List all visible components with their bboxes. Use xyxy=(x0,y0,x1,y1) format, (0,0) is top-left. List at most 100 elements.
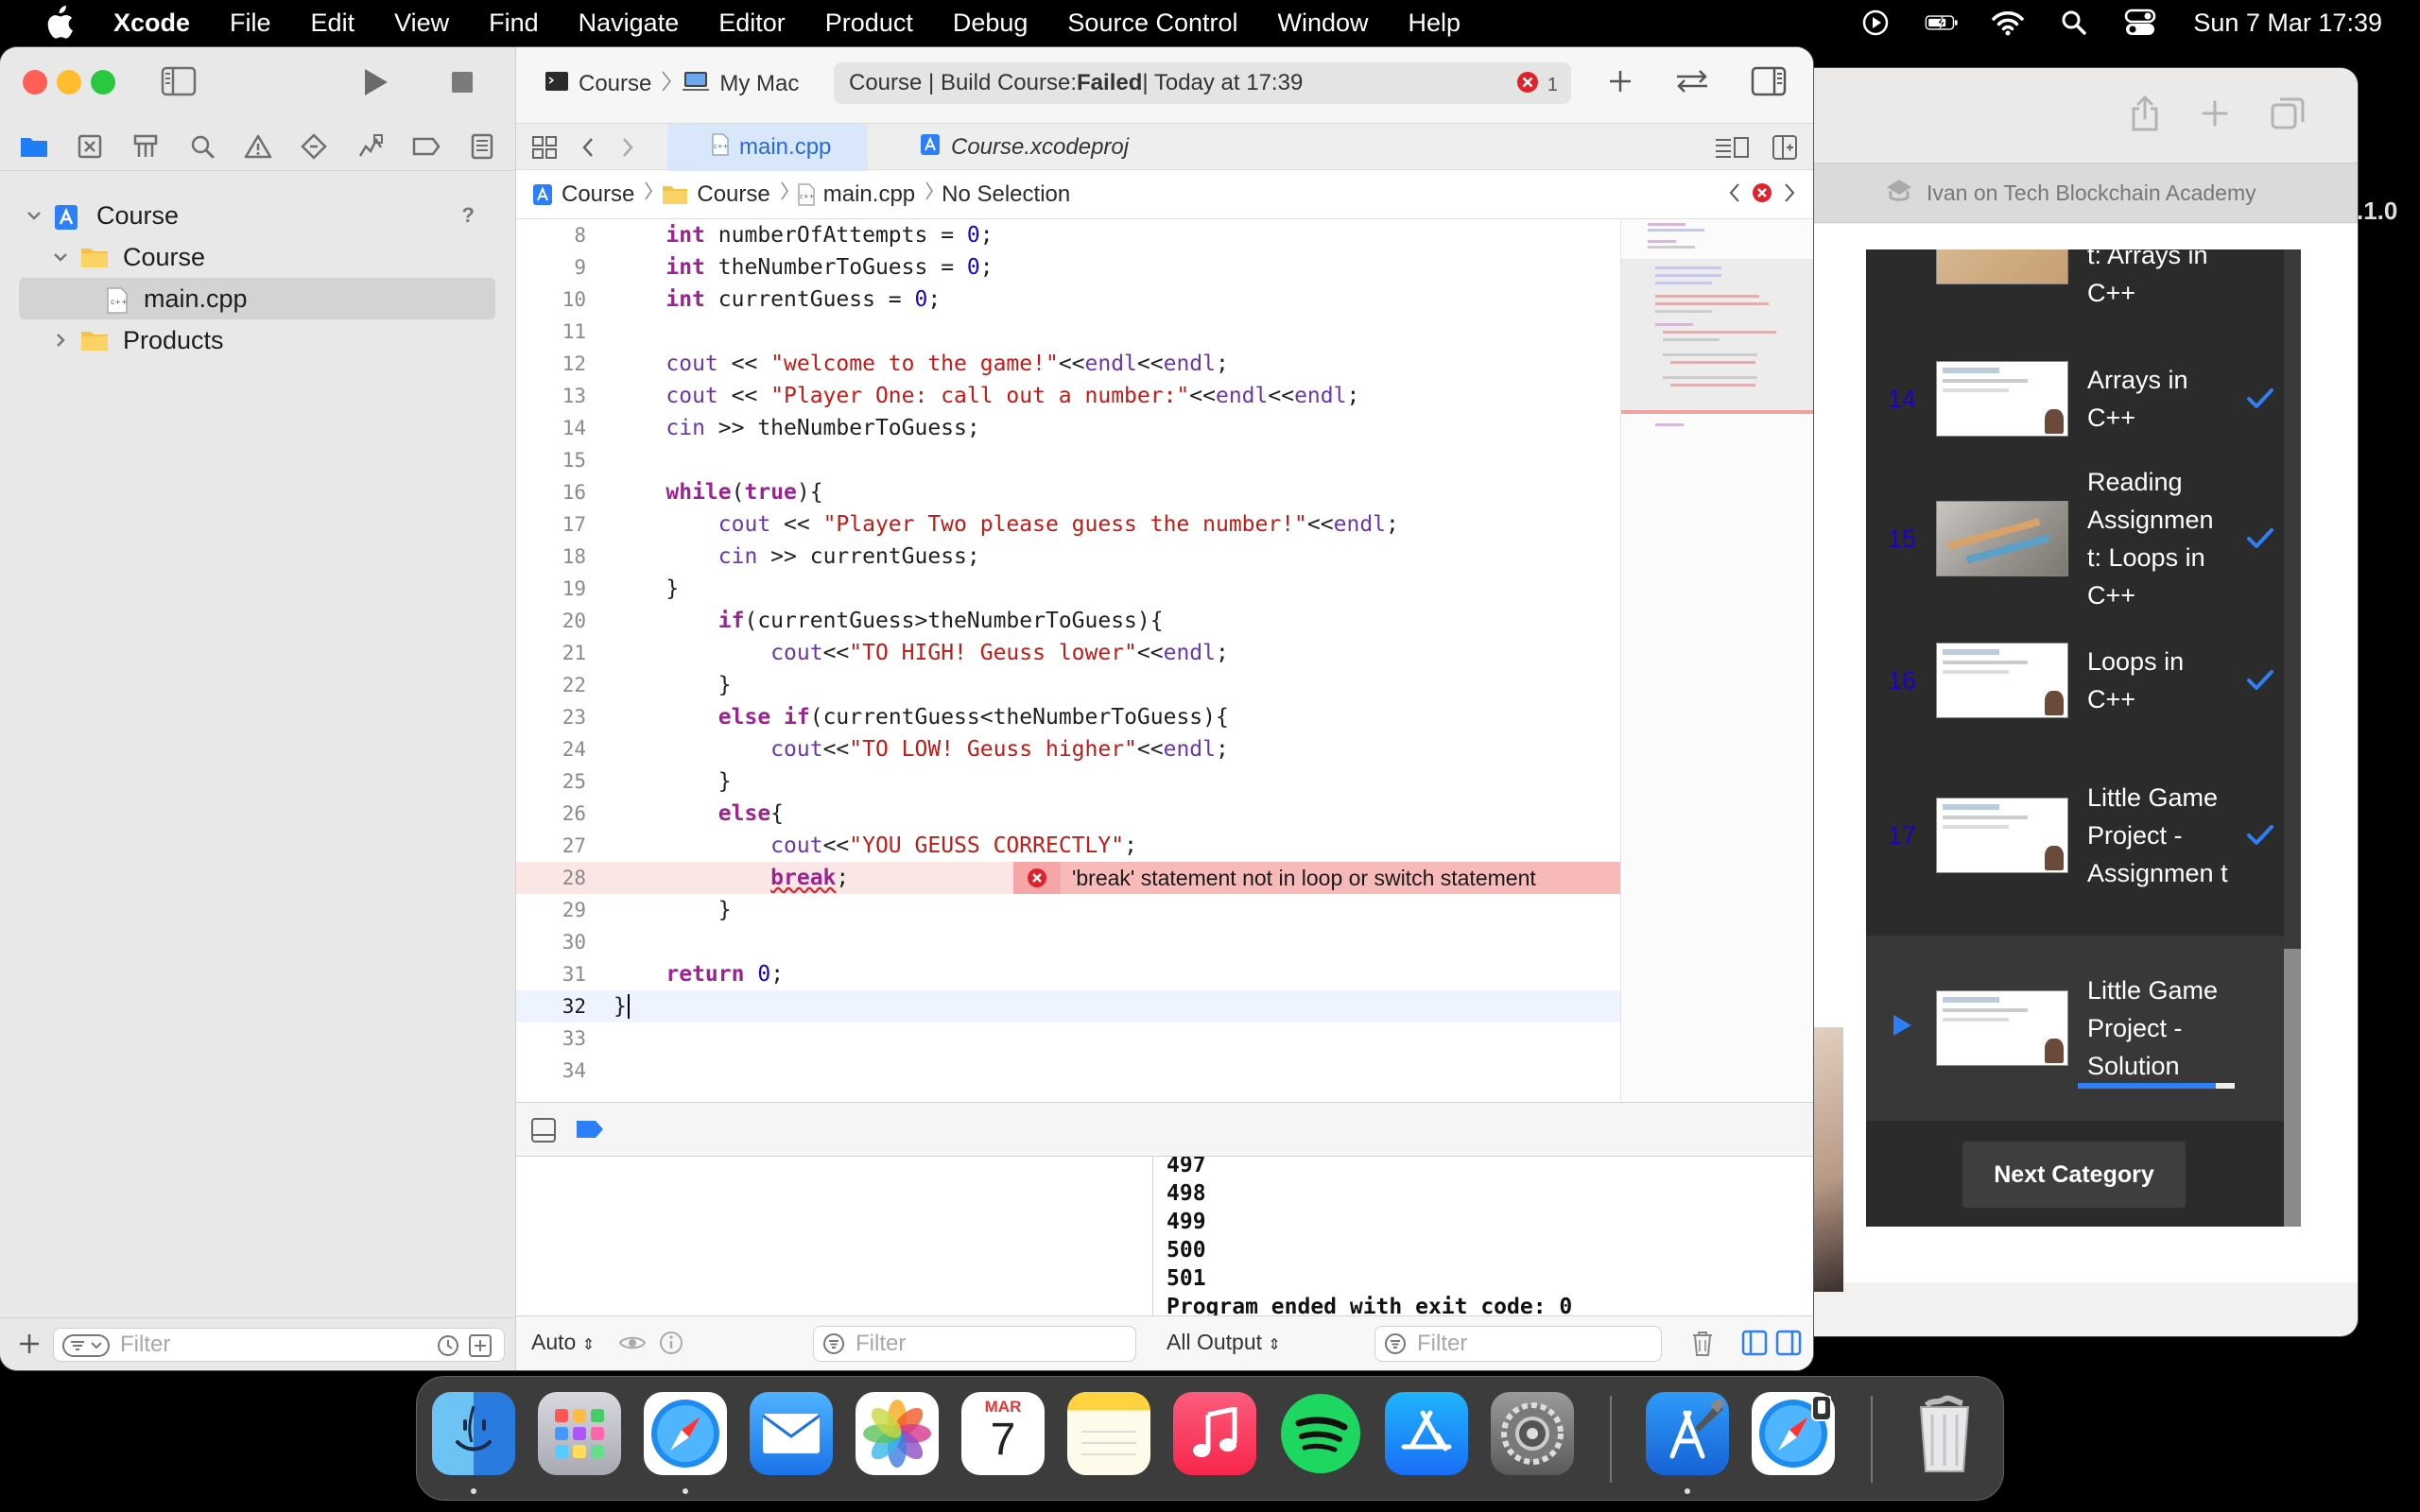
code-line[interactable]: 11 xyxy=(516,316,1620,348)
tab-overview-icon[interactable] xyxy=(2271,97,2305,134)
tree-project-course[interactable]: Course ? xyxy=(0,195,516,236)
control-center-icon[interactable] xyxy=(2123,6,2157,40)
add-icon[interactable] xyxy=(17,1332,42,1361)
lessons-scroll-thumb[interactable] xyxy=(2284,949,2301,1227)
menu-find[interactable]: Find xyxy=(489,9,539,38)
tab-course-xcodeproj[interactable]: Course.xcodeproj xyxy=(875,124,1129,171)
quick-look-eye-icon[interactable] xyxy=(618,1332,647,1359)
safari-2-icon[interactable] xyxy=(1752,1392,1835,1475)
code-line[interactable]: 12 cout << "welcome to the game!"<<endl<… xyxy=(516,348,1620,380)
editor-options-icon[interactable] xyxy=(1713,133,1751,162)
error-count-badge[interactable]: 1 xyxy=(1515,70,1558,100)
minimize-window-button[interactable] xyxy=(57,70,81,94)
scm-filter-icon[interactable] xyxy=(468,1333,493,1365)
code-line[interactable]: 22 } xyxy=(516,669,1620,701)
code-line-current[interactable]: 32} xyxy=(516,990,1620,1022)
recent-files-clock-icon[interactable] xyxy=(436,1333,460,1365)
add-editor-split-icon[interactable] xyxy=(1770,133,1800,162)
code-line[interactable]: 19 } xyxy=(516,573,1620,605)
show-console-view-icon[interactable] xyxy=(1775,1330,1802,1361)
trash-icon[interactable] xyxy=(1690,1330,1715,1363)
menu-help[interactable]: Help xyxy=(1409,9,1461,38)
code-line[interactable]: 25 } xyxy=(516,765,1620,798)
trash-full-icon[interactable] xyxy=(1903,1392,1986,1475)
chevron-down-icon[interactable] xyxy=(25,210,43,221)
menu-window[interactable]: Window xyxy=(1278,9,1369,38)
previous-issue-icon[interactable] xyxy=(1728,181,1741,211)
chevron-right-icon[interactable] xyxy=(51,333,70,348)
mail-icon[interactable] xyxy=(750,1392,833,1475)
next-issue-icon[interactable] xyxy=(1783,181,1796,211)
zoom-window-button[interactable] xyxy=(91,70,115,94)
stop-button[interactable] xyxy=(452,72,473,93)
menu-debug[interactable]: Debug xyxy=(953,9,1028,38)
menu-view[interactable]: View xyxy=(394,9,449,38)
code-line[interactable]: 13 cout << "Player One: call out a numbe… xyxy=(516,380,1620,412)
safari-icon[interactable] xyxy=(644,1392,727,1475)
notes-icon[interactable] xyxy=(1067,1392,1150,1475)
menubar-clock[interactable]: Sun 7 Mar 17:39 xyxy=(2193,9,2382,38)
variables-view[interactable] xyxy=(516,1157,1153,1315)
back-chevron-icon[interactable] xyxy=(573,133,603,162)
hide-debug-area-icon[interactable] xyxy=(529,1116,558,1149)
code-line[interactable]: 16 while(true){ xyxy=(516,476,1620,508)
console-output[interactable]: 497 498 499 500 501 Program ended with e… xyxy=(1153,1157,1813,1315)
menu-edit[interactable]: Edit xyxy=(311,9,355,38)
lesson-item[interactable]: t: Arrays in C++ xyxy=(1866,249,2284,319)
test-navigator-diamond-icon[interactable] xyxy=(298,130,330,163)
related-items-grid-icon[interactable] xyxy=(529,133,560,162)
chevron-down-icon[interactable] xyxy=(51,251,70,263)
menu-file[interactable]: File xyxy=(230,9,271,38)
source-control-navigator-icon[interactable] xyxy=(74,130,106,163)
menu-source-control[interactable]: Source Control xyxy=(1067,9,1237,38)
photos-icon[interactable] xyxy=(856,1392,939,1475)
breakpoint-navigator-icon[interactable] xyxy=(410,130,442,163)
lesson-item[interactable]: 15 Reading Assignmen t: Loops in C++ xyxy=(1866,459,2284,618)
show-variables-view-icon[interactable] xyxy=(1741,1330,1768,1361)
code-line[interactable]: 30 xyxy=(516,926,1620,958)
jumpbar-file[interactable]: c++ main.cpp xyxy=(797,181,915,208)
code-line[interactable]: 20 if(currentGuess>theNumberToGuess){ xyxy=(516,605,1620,637)
wifi-icon[interactable] xyxy=(1991,6,2025,40)
tree-file-main-cpp[interactable]: c++ main.cpp xyxy=(19,278,495,319)
variables-scope-selector[interactable]: Auto ⇕ xyxy=(531,1330,595,1355)
code-line[interactable]: 24 cout<<"TO LOW! Geuss higher"<<endl; xyxy=(516,733,1620,765)
code-line[interactable]: 10 int currentGuess = 0; xyxy=(516,284,1620,316)
variables-filter-field[interactable]: Filter xyxy=(813,1326,1136,1362)
breakpoints-toggle-icon[interactable] xyxy=(575,1118,605,1145)
forward-chevron-icon[interactable] xyxy=(613,133,643,162)
code-review-swap-icon[interactable] xyxy=(1673,67,1711,100)
inline-error-banner[interactable]: 'break' statement not in loop or switch … xyxy=(1013,862,1620,894)
minimap-viewport[interactable] xyxy=(1621,259,1813,410)
menu-editor[interactable]: Editor xyxy=(718,9,786,38)
lesson-item[interactable]: 14 Arrays in C++ xyxy=(1866,342,2284,455)
code-line[interactable]: 29 } xyxy=(516,894,1620,926)
launchpad-icon[interactable] xyxy=(538,1392,621,1475)
navigator-filter-field[interactable]: Filter xyxy=(53,1328,505,1362)
code-line[interactable]: 9 int theNumberToGuess = 0; xyxy=(516,251,1620,284)
filter-options-icon[interactable] xyxy=(61,1332,111,1366)
lesson-item-current[interactable]: Little Game Project - Solution xyxy=(1866,936,2284,1121)
calendar-icon[interactable]: MAR 7 xyxy=(961,1392,1045,1475)
new-tab-icon[interactable] xyxy=(2201,99,2229,132)
code-line[interactable]: 31 return 0; xyxy=(516,958,1620,990)
lesson-item[interactable]: 17 Little Game Project - Assignmen t xyxy=(1866,741,2284,930)
code-line[interactable]: 18 cin >> currentGuess; xyxy=(516,541,1620,573)
tree-group-course[interactable]: Course xyxy=(0,236,516,278)
code-line[interactable]: 34 xyxy=(516,1055,1620,1087)
code-line[interactable]: 14 cin >> theNumberToGuess; xyxy=(516,412,1620,444)
console-output-selector[interactable]: All Output ⇕ xyxy=(1167,1330,1281,1355)
library-add-icon[interactable] xyxy=(1607,68,1634,99)
jumpbar-selection[interactable]: No Selection xyxy=(942,181,1070,208)
code-line[interactable]: 27 cout<<"YOU GEUSS CORRECTLY"; xyxy=(516,830,1620,862)
code-line[interactable]: 15 xyxy=(516,444,1620,476)
menu-navigate[interactable]: Navigate xyxy=(579,9,680,38)
minimap[interactable] xyxy=(1620,219,1813,1102)
music-icon[interactable] xyxy=(1173,1392,1256,1475)
xcode-icon[interactable] xyxy=(1646,1392,1729,1475)
menu-product[interactable]: Product xyxy=(825,9,913,38)
battery-icon[interactable] xyxy=(1925,6,1959,40)
tab-main-cpp[interactable]: c++ main.cpp xyxy=(667,124,868,171)
apple-menu-icon[interactable] xyxy=(38,1,81,44)
code-line[interactable]: 33 xyxy=(516,1022,1620,1055)
